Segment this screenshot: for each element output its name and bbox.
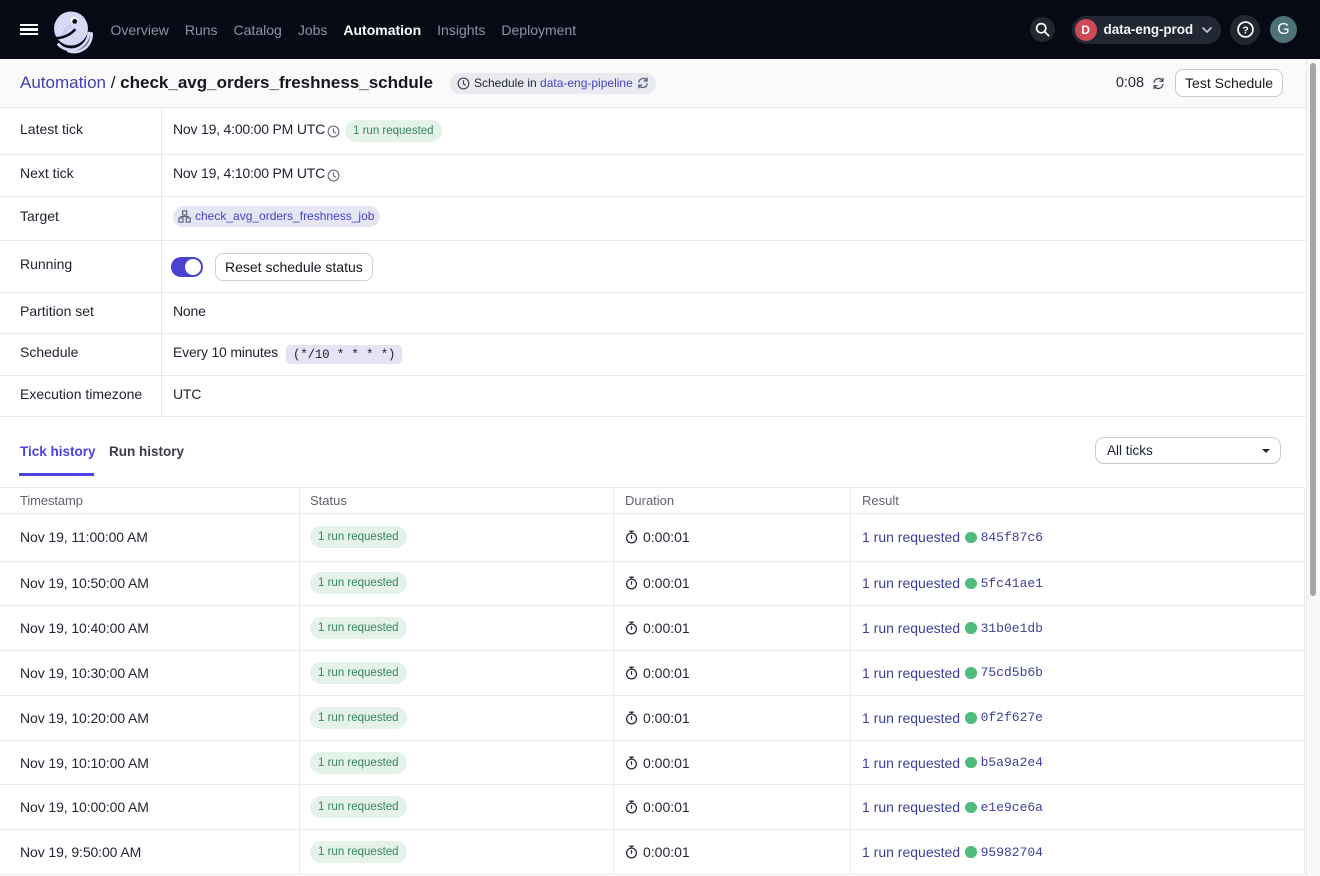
svg-text:?: ?	[1242, 25, 1248, 36]
